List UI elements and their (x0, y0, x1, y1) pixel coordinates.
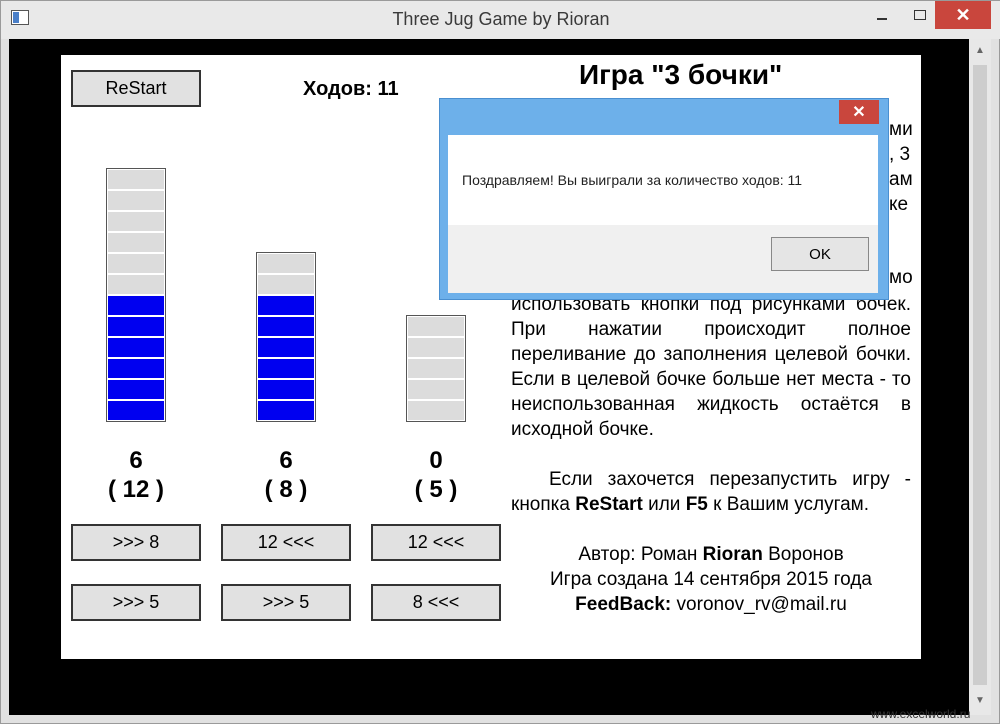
restart-button[interactable]: ReStart (71, 70, 201, 107)
water-segment (108, 380, 164, 399)
window-title: Three Jug Game by Rioran (392, 9, 610, 29)
empty-segment (408, 317, 464, 336)
rules-fragment-4: ке (889, 194, 909, 215)
close-button[interactable]: ✕ (935, 1, 991, 29)
jug-12-capacity: ( 12 ) (107, 476, 164, 503)
watermark: www.excelworld.ru (871, 707, 971, 721)
ok-button[interactable]: OK (771, 237, 869, 271)
rules-paragraph: использовать кнопки под рисунками бочек.… (511, 294, 911, 440)
restart-hint: Если захочется перезапустить игру - кноп… (511, 469, 911, 515)
water-segment (108, 317, 164, 336)
water-segment (108, 401, 164, 420)
jug-8-amount: 6 (279, 447, 293, 474)
water-segment (108, 359, 164, 378)
empty-segment (408, 359, 464, 378)
dialog-close-button[interactable]: ✕ (839, 100, 879, 124)
dialog-footer: OK (448, 225, 878, 293)
pour-8-to-5-button[interactable]: >>> 5 (221, 584, 351, 621)
jug-5 (406, 315, 466, 422)
rules-fragment-5: мо (889, 267, 913, 288)
empty-segment (108, 212, 164, 231)
scroll-up-icon[interactable]: ▲ (969, 41, 991, 61)
created-line: Игра создана 14 сентября 2015 года (550, 569, 872, 590)
game-title: Игра "3 бочки" (579, 59, 783, 90)
win-dialog: ✕ Поздравляем! Вы выиграли за количество… (439, 98, 889, 300)
empty-segment (108, 170, 164, 189)
scroll-down-icon[interactable]: ▼ (969, 691, 991, 711)
author-line: Автор: Роман Rioran Воронов (578, 544, 844, 565)
vertical-scrollbar[interactable]: ▲ ▼ (969, 39, 991, 715)
scroll-thumb[interactable] (973, 65, 987, 685)
water-segment (258, 401, 314, 420)
pour-12-to-8-button[interactable]: >>> 8 (71, 524, 201, 561)
feedback-line: FeedBack: voronov_rv@mail.ru (575, 594, 847, 615)
pour-5-to-8-button[interactable]: 8 <<< (371, 584, 501, 621)
empty-segment (408, 338, 464, 357)
dialog-message: Поздравляем! Вы выиграли за количество х… (462, 172, 803, 188)
pour-5-to-12-button[interactable]: 12 <<< (371, 524, 501, 561)
jug-5-amount: 0 (429, 447, 443, 474)
water-segment (108, 338, 164, 357)
empty-segment (258, 254, 314, 273)
empty-segment (108, 191, 164, 210)
water-segment (258, 296, 314, 315)
water-segment (108, 296, 164, 315)
title-bar[interactable]: Three Jug Game by Rioran ✕ (1, 1, 1000, 39)
jug-12 (106, 168, 166, 422)
empty-segment (108, 233, 164, 252)
empty-segment (108, 275, 164, 294)
water-segment (258, 380, 314, 399)
water-segment (258, 317, 314, 336)
rules-fragment-1: ми (889, 119, 913, 140)
maximize-button[interactable] (905, 1, 935, 29)
app-window: Three Jug Game by Rioran ✕ ▲ ▼ ReStart Х… (0, 0, 1000, 724)
empty-segment (108, 254, 164, 273)
minimize-button[interactable] (859, 1, 905, 29)
water-segment (258, 338, 314, 357)
jug-8 (256, 252, 316, 422)
pour-12-to-5-button[interactable]: >>> 5 (71, 584, 201, 621)
water-segment (258, 359, 314, 378)
rules-fragment-3: ам (889, 169, 913, 190)
empty-segment (408, 380, 464, 399)
jug-5-capacity: ( 5 ) (414, 476, 458, 503)
moves-counter: Ходов: 11 (303, 78, 399, 100)
pour-8-to-12-button[interactable]: 12 <<< (221, 524, 351, 561)
jug-8-capacity: ( 8 ) (264, 476, 308, 503)
rules-fragment-2: , 3 (889, 144, 911, 165)
empty-segment (258, 275, 314, 294)
dialog-body: Поздравляем! Вы выиграли за количество х… (448, 135, 878, 225)
rules-text: использовать кнопки под рисунками бочек.… (511, 292, 911, 617)
jug-12-amount: 6 (129, 447, 143, 474)
empty-segment (408, 401, 464, 420)
